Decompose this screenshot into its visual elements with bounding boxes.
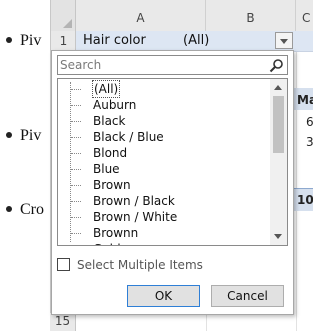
filter-list-item[interactable]: Gold [66, 241, 121, 245]
scroll-up-arrow-icon[interactable] [274, 85, 282, 90]
filter-item-list: (All) Auburn Black Black / Blue Blond Blue Bro… [57, 78, 288, 246]
bullet-icon [6, 37, 12, 44]
filter-list-item[interactable]: (All) [66, 80, 121, 98]
column-header-b[interactable]: B [206, 0, 296, 31]
document-pane: Piv Piv Cro [0, 0, 50, 331]
tree-connector [71, 137, 81, 138]
filter-list-item-label: Black [93, 114, 126, 128]
pivot-value: 6 [306, 115, 313, 129]
row-header-15: 15 [50, 313, 75, 331]
pivot-value: 3 [306, 135, 313, 149]
tree-connector [71, 89, 81, 90]
filter-list-item-label: Auburn [93, 98, 137, 112]
filter-list-item-label: (All) [91, 80, 121, 98]
filter-value-cell[interactable]: (All) [183, 31, 209, 51]
ok-button[interactable]: OK [127, 285, 200, 307]
select-multiple-checkbox[interactable] [57, 258, 70, 271]
filter-list-item[interactable]: Brownn [66, 225, 138, 241]
tree-connector [71, 121, 81, 122]
filter-list-item[interactable]: Auburn [66, 97, 136, 113]
cancel-button[interactable]: Cancel [211, 285, 284, 307]
filter-list-item-label: Gold [93, 241, 121, 245]
select-all-corner[interactable] [51, 0, 76, 31]
filter-list-item[interactable]: Blue [66, 161, 120, 177]
filter-list-item[interactable]: Brown [66, 177, 131, 193]
bullet-item: Cro [6, 201, 48, 219]
tree-connector [71, 217, 81, 218]
gridline [296, 31, 297, 331]
filter-list-item-label: Brown [93, 178, 131, 192]
row-number[interactable]: 1 [51, 34, 76, 48]
column-header-bar: A B C [51, 0, 313, 32]
select-multiple-option[interactable]: Select Multiple Items [57, 256, 203, 274]
tree-connector [71, 153, 81, 154]
tree-connector [71, 233, 81, 234]
search-box [57, 55, 288, 75]
search-input[interactable] [60, 57, 265, 73]
scrollbar-thumb[interactable] [273, 96, 284, 153]
filter-list-item-label: Blue [93, 162, 120, 176]
filter-list-item[interactable]: Black / Blue [66, 129, 164, 145]
filter-list-item-label: Blond [93, 146, 128, 160]
filter-field-cell[interactable]: Hair color [83, 31, 146, 51]
bullet-icon [6, 132, 12, 139]
tree-connector [71, 185, 81, 186]
column-header-a[interactable]: A [76, 0, 206, 31]
filter-list-item[interactable]: Black [66, 113, 125, 129]
pivot-header-label: Ma [297, 93, 313, 107]
filter-list-item[interactable]: Brown / White [66, 209, 177, 225]
filter-list-item-label: Brown / White [93, 210, 178, 224]
filter-dropdown-button[interactable] [275, 32, 293, 49]
list-scrollbar[interactable] [270, 79, 287, 245]
select-multiple-label: Select Multiple Items [77, 258, 203, 272]
pivot-total-value: 10 [297, 193, 313, 207]
tree-connector [71, 169, 81, 170]
filter-list-item-label: Brown / Black [93, 194, 175, 208]
bullet-item: Piv [6, 32, 48, 50]
column-header-c[interactable]: C [296, 0, 313, 31]
search-icon[interactable] [268, 58, 284, 73]
tree-connector [71, 105, 81, 106]
tree-connector [71, 201, 81, 202]
filter-list-item[interactable]: Brown / Black [66, 193, 175, 209]
filter-list-item-label: Brownn [93, 226, 139, 240]
bullet-item: Piv [6, 127, 48, 145]
filter-list-item[interactable]: Blond [66, 145, 127, 161]
row-number[interactable]: 15 [50, 314, 75, 328]
filter-dropdown-panel: (All)Auburn Black Black / Blue Blond Blue Bro… [51, 50, 294, 315]
scroll-down-arrow-icon[interactable] [274, 234, 282, 239]
bullet-icon [6, 206, 12, 213]
filter-list-item-label: Black / Blue [93, 130, 164, 144]
